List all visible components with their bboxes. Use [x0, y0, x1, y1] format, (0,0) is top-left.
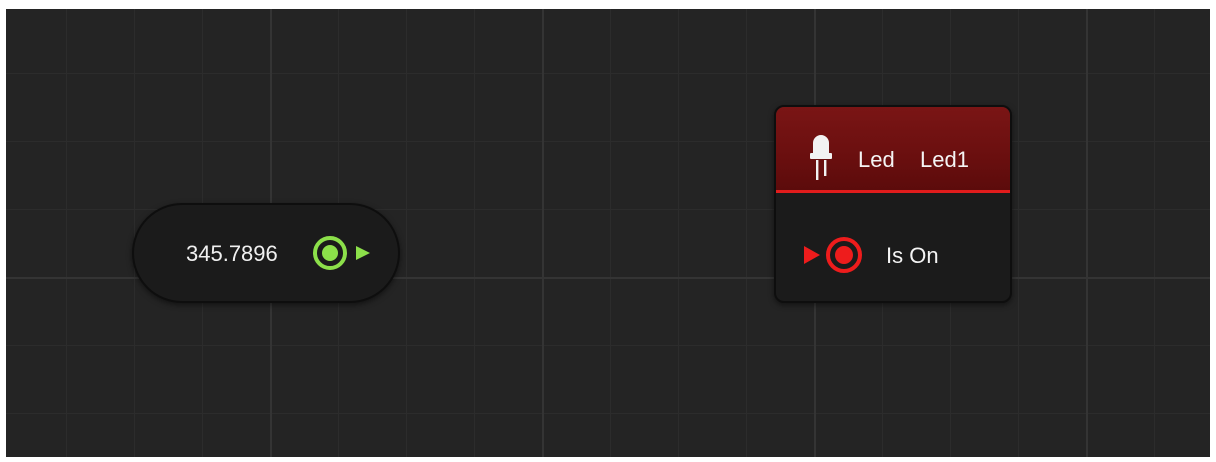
- led-node[interactable]: Led Led1 Is On: [774, 105, 1012, 303]
- value-node-value: 345.7896: [186, 241, 278, 266]
- led-node-header[interactable]: Led Led1: [776, 107, 1010, 193]
- led-node-name: Led1: [920, 147, 969, 172]
- node-graph-canvas[interactable]: 345.7896 Led Led1 Is On: [6, 9, 1210, 457]
- led-node-type: Led: [858, 147, 895, 172]
- input-port-label: Is On: [886, 243, 939, 268]
- led-icon: [810, 135, 832, 180]
- output-port-icon[interactable]: [312, 233, 382, 273]
- value-node[interactable]: 345.7896: [132, 203, 400, 303]
- input-port-icon[interactable]: [800, 233, 872, 277]
